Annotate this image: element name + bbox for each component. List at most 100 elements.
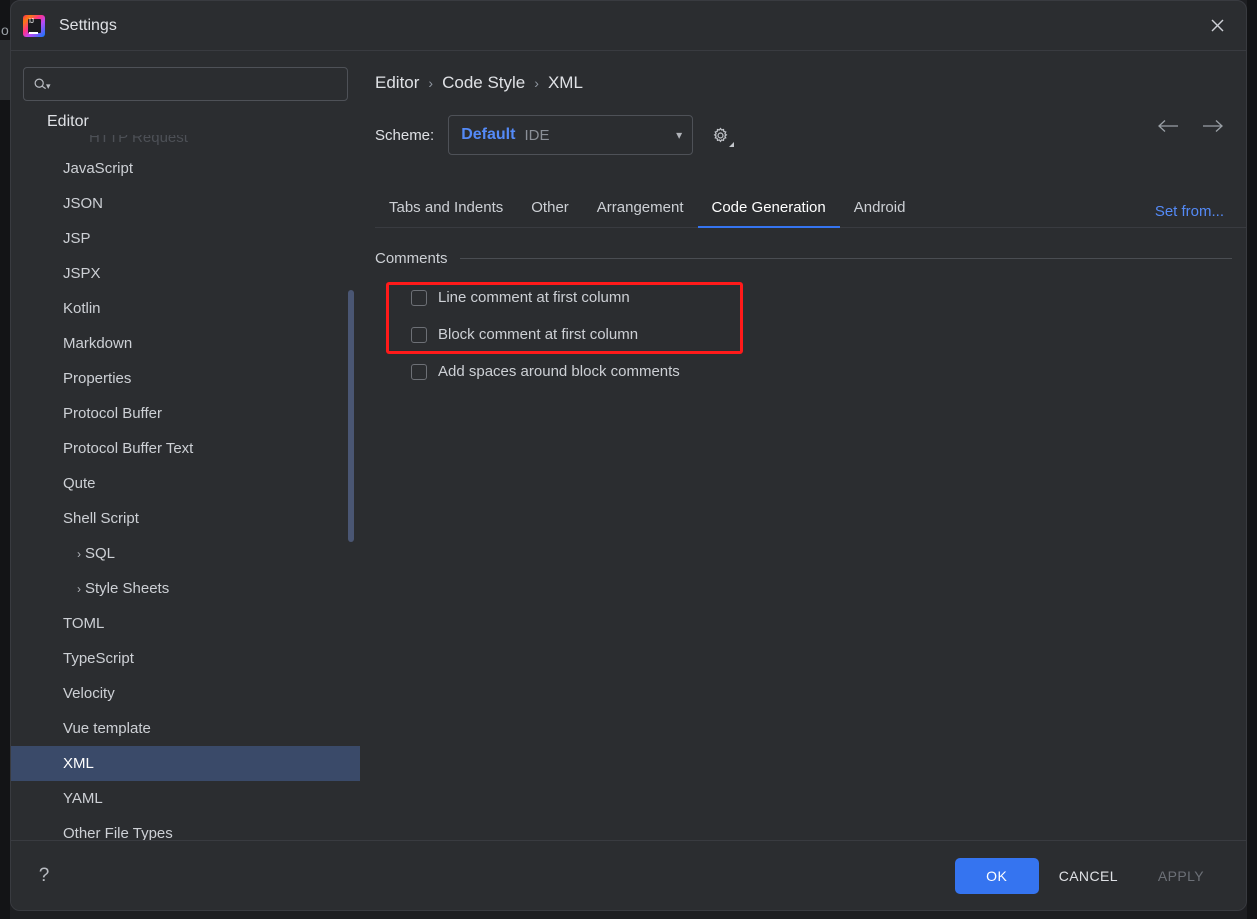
comments-group-header: Comments — [375, 250, 1246, 267]
breadcrumb-item-xml: XML — [547, 73, 583, 92]
sidebar-item-toml[interactable]: TOML — [11, 606, 360, 641]
sidebar-item-xml[interactable]: XML — [11, 746, 360, 781]
sidebar-item-label: Protocol Buffer — [63, 405, 162, 422]
sidebar-item-vue-template[interactable]: Vue template — [11, 711, 360, 746]
background-left-text: o — [1, 22, 9, 38]
breadcrumb-item-code-style[interactable]: Code Style — [442, 73, 525, 93]
breadcrumb-separator: › — [534, 75, 539, 91]
sidebar-item-qute[interactable]: Qute — [11, 466, 360, 501]
sidebar-item-label: Qute — [63, 475, 96, 492]
checkbox-label: Add spaces around block comments — [438, 363, 680, 380]
chevron-down-icon: ▾ — [676, 128, 683, 142]
sidebar-item-kotlin[interactable]: Kotlin — [11, 291, 360, 326]
close-icon[interactable] — [1204, 13, 1230, 39]
tab-code-generation[interactable]: Code Generation — [697, 191, 841, 228]
set-from-link[interactable]: Set from... — [1155, 203, 1224, 220]
background-left-gutter — [0, 0, 10, 919]
background-left-tool-tab — [0, 40, 10, 100]
sidebar-item-json[interactable]: JSON — [11, 186, 360, 221]
sidebar-tree-header: Editor — [11, 109, 360, 135]
comments-options-list: Line comment at first column Block commen… — [375, 279, 1246, 390]
sidebar-item-velocity[interactable]: Velocity — [11, 676, 360, 711]
breadcrumb-item-editor[interactable]: Editor — [375, 73, 419, 93]
sidebar-item-properties[interactable]: Properties — [11, 361, 360, 396]
chevron-right-icon[interactable]: › — [73, 547, 85, 561]
sidebar-item-yaml[interactable]: YAML — [11, 781, 360, 816]
search-input[interactable] — [56, 76, 338, 92]
dialog-titlebar: Settings — [11, 1, 1246, 51]
checkbox-label: Line comment at first column — [438, 289, 630, 306]
group-divider — [459, 258, 1232, 259]
sidebar-item-label: JavaScript — [63, 160, 134, 177]
search-container: ▾ — [11, 51, 360, 109]
breadcrumb-separator: › — [428, 75, 434, 91]
sidebar-item-label: Other File Types — [63, 825, 173, 840]
sidebar-item-label: Shell Script — [63, 510, 139, 527]
settings-dialog: Settings ▾ Editor — [10, 0, 1247, 911]
sidebar-item-typescript[interactable]: TypeScript — [11, 641, 360, 676]
sidebar-item-label: Vue template — [63, 720, 151, 737]
settings-sidebar: ▾ Editor HTTP Request JavaScript JSON JSP J… — [11, 51, 361, 840]
intellij-idea-logo-icon — [23, 14, 45, 37]
checkbox-row-add-spaces-around-block-comments[interactable]: Add spaces around block comments — [375, 353, 1246, 390]
sidebar-item-label: SQL — [85, 545, 116, 562]
background-right-gutter — [1247, 0, 1257, 919]
sidebar-item-label: YAML — [63, 790, 103, 807]
sidebar-item-label: Markdown — [63, 335, 133, 352]
gear-dropdown-caret-icon — [729, 142, 735, 147]
checkbox-label: Block comment at first column — [438, 326, 639, 343]
sidebar-scrollbar-track[interactable] — [347, 135, 355, 840]
tab-arrangement[interactable]: Arrangement — [583, 191, 698, 227]
checkbox-unchecked-icon[interactable] — [411, 363, 427, 380]
checkbox-unchecked-icon[interactable] — [411, 289, 427, 306]
sidebar-tree-list: JavaScript JSON JSP JSPX Kotlin Markdown Prope… — [11, 135, 360, 840]
sidebar-item-label: JSPX — [63, 265, 101, 282]
navigation-arrows — [1158, 119, 1224, 133]
sidebar-item-label: Kotlin — [63, 300, 101, 317]
ok-button[interactable]: OK — [954, 857, 1039, 894]
sidebar-item-javascript[interactable]: JavaScript — [11, 151, 360, 186]
cancel-button[interactable]: CANCEL — [1039, 858, 1138, 894]
sidebar-item-protocol-buffer[interactable]: Protocol Buffer — [11, 396, 360, 431]
scheme-label: Scheme: — [375, 126, 435, 144]
help-button[interactable]: ? — [29, 861, 59, 891]
settings-content-panel: Editor › Code Style › XML Scheme: Default — [361, 51, 1246, 840]
scheme-scope: IDE — [524, 126, 550, 144]
chevron-right-icon[interactable]: › — [73, 582, 85, 596]
sidebar-item-label: XML — [63, 755, 94, 772]
sidebar-item-shell-script[interactable]: Shell Script — [11, 501, 360, 536]
tab-android[interactable]: Android — [840, 191, 920, 227]
sidebar-item-jsp[interactable]: JSP — [11, 221, 360, 256]
checkbox-row-line-comment-at-first-column[interactable]: Line comment at first column — [375, 279, 1246, 316]
gear-icon[interactable] — [707, 122, 735, 148]
search-dropdown-caret-icon[interactable]: ▾ — [46, 81, 51, 92]
scheme-value: Default — [461, 126, 516, 143]
sidebar-scroll-area: HTTP Request JavaScript JSON JSP JSPX Kotlin… — [11, 135, 360, 840]
tab-other[interactable]: Other — [517, 191, 583, 227]
sidebar-item-markdown[interactable]: Markdown — [11, 326, 360, 361]
code-style-tabs: Tabs and Indents Other Arrangement Code Gen… — [375, 191, 1246, 228]
arrow-right-icon[interactable] — [1202, 119, 1224, 133]
sidebar-scrollbar-thumb[interactable] — [348, 290, 354, 542]
comments-group-title: Comments — [375, 250, 448, 267]
checkbox-unchecked-icon[interactable] — [411, 326, 427, 343]
search-box[interactable]: ▾ — [23, 67, 348, 101]
sidebar-item-style-sheets[interactable]: › Style Sheets — [11, 571, 360, 606]
sidebar-item-label: Properties — [63, 370, 132, 387]
scheme-dropdown[interactable]: Default IDE ▾ — [448, 115, 694, 155]
sidebar-item-jspx[interactable]: JSPX — [11, 256, 360, 291]
apply-button: APPLY — [1157, 867, 1204, 884]
checkbox-row-block-comment-at-first-column[interactable]: Block comment at first column — [375, 316, 1246, 353]
sidebar-item-label: TOML — [63, 615, 105, 632]
sidebar-item-sql[interactable]: › SQL — [11, 536, 360, 571]
breadcrumb: Editor › Code Style › XML — [375, 51, 1246, 93]
sidebar-item-other-file-types[interactable]: Other File Types — [11, 816, 360, 840]
sidebar-item-label: Velocity — [63, 685, 115, 702]
dialog-body: ▾ Editor HTTP Request JavaScript JSON JSP J… — [11, 51, 1246, 840]
sidebar-item-label: Style Sheets — [85, 580, 170, 597]
arrow-left-icon[interactable] — [1158, 119, 1180, 133]
sidebar-item-protocol-buffer-text[interactable]: Protocol Buffer Text — [11, 431, 360, 466]
dialog-footer: ? OK CANCEL APPLY — [11, 840, 1246, 910]
scheme-row: Scheme: Default IDE ▾ — [375, 115, 1246, 155]
tab-tabs-and-indents[interactable]: Tabs and Indents — [375, 191, 517, 227]
